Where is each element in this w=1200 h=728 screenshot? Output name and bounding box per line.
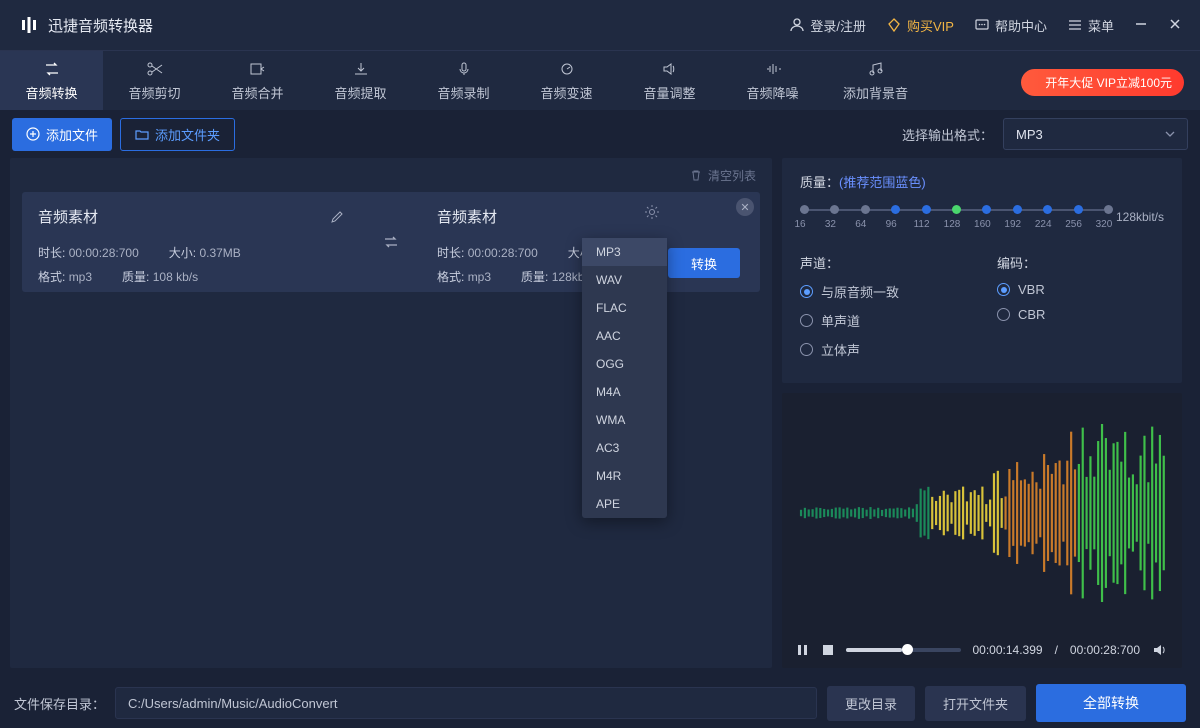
clear-list-button[interactable]: 清空列表 xyxy=(708,167,756,184)
remove-file-button[interactable]: ✕ xyxy=(736,198,754,216)
convert-button[interactable]: 转换 xyxy=(668,248,740,278)
diamond-icon xyxy=(886,17,902,33)
help-button[interactable]: 帮助中心 xyxy=(974,16,1047,35)
user-icon xyxy=(789,17,805,33)
dropdown-item[interactable]: FLAC xyxy=(582,294,667,322)
tab-bgm[interactable]: 添加背景音 xyxy=(824,51,927,110)
dropdown-item[interactable]: OGG xyxy=(582,350,667,378)
output-format-select[interactable]: MP3 xyxy=(1003,118,1188,150)
dropdown-item[interactable]: M4A xyxy=(582,378,667,406)
tab-cut[interactable]: 音频剪切 xyxy=(103,51,206,110)
tab-convert[interactable]: 音频转换 xyxy=(0,51,103,110)
buy-vip-button[interactable]: 购买VIP xyxy=(886,16,954,35)
bitrate-slider[interactable]: 16 32 64 96 112 128 160 192 224 256 320 xyxy=(800,203,1104,231)
radio-channel-stereo[interactable]: 立体声 xyxy=(800,340,967,359)
chat-icon xyxy=(974,17,990,33)
tab-extract[interactable]: 音频提取 xyxy=(309,51,412,110)
file-title-left: 音频素材 xyxy=(38,206,98,227)
login-button[interactable]: 登录/注册 xyxy=(789,16,866,35)
radio-channel-original[interactable]: 与原音频一致 xyxy=(800,282,967,301)
footer: 文件保存目录： C:/Users/admin/Music/AudioConver… xyxy=(0,678,1200,728)
waveform xyxy=(794,423,1170,603)
plus-circle-icon xyxy=(26,127,40,141)
speed-icon xyxy=(558,61,576,77)
quality-label: 质量：(推荐范围蓝色) xyxy=(800,172,1164,191)
seek-bar[interactable] xyxy=(846,648,961,652)
pause-icon[interactable] xyxy=(796,644,810,656)
change-dir-button[interactable]: 更改目录 xyxy=(827,686,915,721)
time-current: 00:00:14.399 xyxy=(973,643,1043,657)
extract-icon xyxy=(352,61,370,77)
trash-icon xyxy=(690,169,702,181)
dropdown-item[interactable]: M4R xyxy=(582,462,667,490)
denoise-icon xyxy=(764,61,782,77)
convert-all-button[interactable]: 全部转换 xyxy=(1036,684,1186,722)
tab-denoise[interactable]: 音频降噪 xyxy=(721,51,824,110)
dropdown-item[interactable]: MP3 xyxy=(582,238,667,266)
nav-tabs: 音频转换 音频剪切 音频合并 音频提取 音频录制 音频变速 音量调整 音频降噪 … xyxy=(0,50,1200,110)
merge-icon xyxy=(249,61,267,77)
toolbar: 添加文件 添加文件夹 选择输出格式： MP3 xyxy=(0,110,1200,158)
channel-label: 声道： xyxy=(800,253,967,272)
minimize-button[interactable] xyxy=(1134,17,1148,34)
app-name: 迅捷音频转换器 xyxy=(48,15,153,36)
format-dropdown: MP3 WAV FLAC AAC OGG M4A WMA AC3 M4R APE xyxy=(582,238,667,518)
waveform-panel: 00:00:14.399 / 00:00:28:700 xyxy=(782,393,1182,668)
save-dir-path[interactable]: C:/Users/admin/Music/AudioConvert xyxy=(115,687,817,719)
encoding-label: 编码： xyxy=(997,253,1164,272)
mic-icon xyxy=(455,61,473,77)
tab-record[interactable]: 音频录制 xyxy=(412,51,515,110)
open-dir-button[interactable]: 打开文件夹 xyxy=(925,686,1026,721)
swap-icon xyxy=(361,192,421,292)
add-file-button[interactable]: 添加文件 xyxy=(12,118,112,151)
menu-button[interactable]: 菜单 xyxy=(1067,16,1114,35)
volume-icon xyxy=(661,61,679,77)
dropdown-item[interactable]: APE xyxy=(582,490,667,518)
right-panel: 质量：(推荐范围蓝色) 16 32 64 xyxy=(782,158,1182,668)
bitrate-value: 128kbit/s xyxy=(1116,210,1164,224)
dropdown-item[interactable]: AAC xyxy=(582,322,667,350)
dropdown-item[interactable]: WAV xyxy=(582,266,667,294)
stop-icon[interactable] xyxy=(822,644,834,656)
scissors-icon xyxy=(146,61,164,77)
file-title-right: 音频素材 xyxy=(437,206,497,227)
radio-channel-mono[interactable]: 单声道 xyxy=(800,311,967,330)
app-logo: 迅捷音频转换器 xyxy=(18,14,153,36)
logo-icon xyxy=(18,14,40,36)
convert-icon xyxy=(42,61,62,77)
menu-icon xyxy=(1067,17,1083,33)
titlebar: 迅捷音频转换器 登录/注册 购买VIP 帮助中心 菜单 xyxy=(0,0,1200,50)
radio-enc-cbr[interactable]: CBR xyxy=(997,307,1164,322)
dropdown-item[interactable]: WMA xyxy=(582,406,667,434)
output-format-label: 选择输出格式： xyxy=(902,125,993,144)
gear-icon[interactable] xyxy=(644,204,660,220)
speaker-icon[interactable] xyxy=(1152,643,1168,657)
list-header: 清空列表 xyxy=(10,158,772,192)
add-folder-button[interactable]: 添加文件夹 xyxy=(120,118,235,151)
promo-badge[interactable]: 开年大促 VIP立减100元 xyxy=(1021,69,1184,96)
folder-icon xyxy=(135,127,149,141)
close-button[interactable] xyxy=(1168,17,1182,34)
quality-panel: 质量：(推荐范围蓝色) 16 32 64 xyxy=(782,158,1182,383)
radio-enc-vbr[interactable]: VBR xyxy=(997,282,1164,297)
tab-volume[interactable]: 音量调整 xyxy=(618,51,721,110)
save-dir-label: 文件保存目录： xyxy=(14,694,105,713)
time-total: 00:00:28:700 xyxy=(1070,643,1140,657)
edit-icon[interactable] xyxy=(329,209,345,225)
tab-merge[interactable]: 音频合并 xyxy=(206,51,309,110)
dropdown-item[interactable]: AC3 xyxy=(582,434,667,462)
tab-speed[interactable]: 音频变速 xyxy=(515,51,618,110)
music-icon xyxy=(867,61,885,77)
chevron-down-icon xyxy=(1165,131,1175,137)
